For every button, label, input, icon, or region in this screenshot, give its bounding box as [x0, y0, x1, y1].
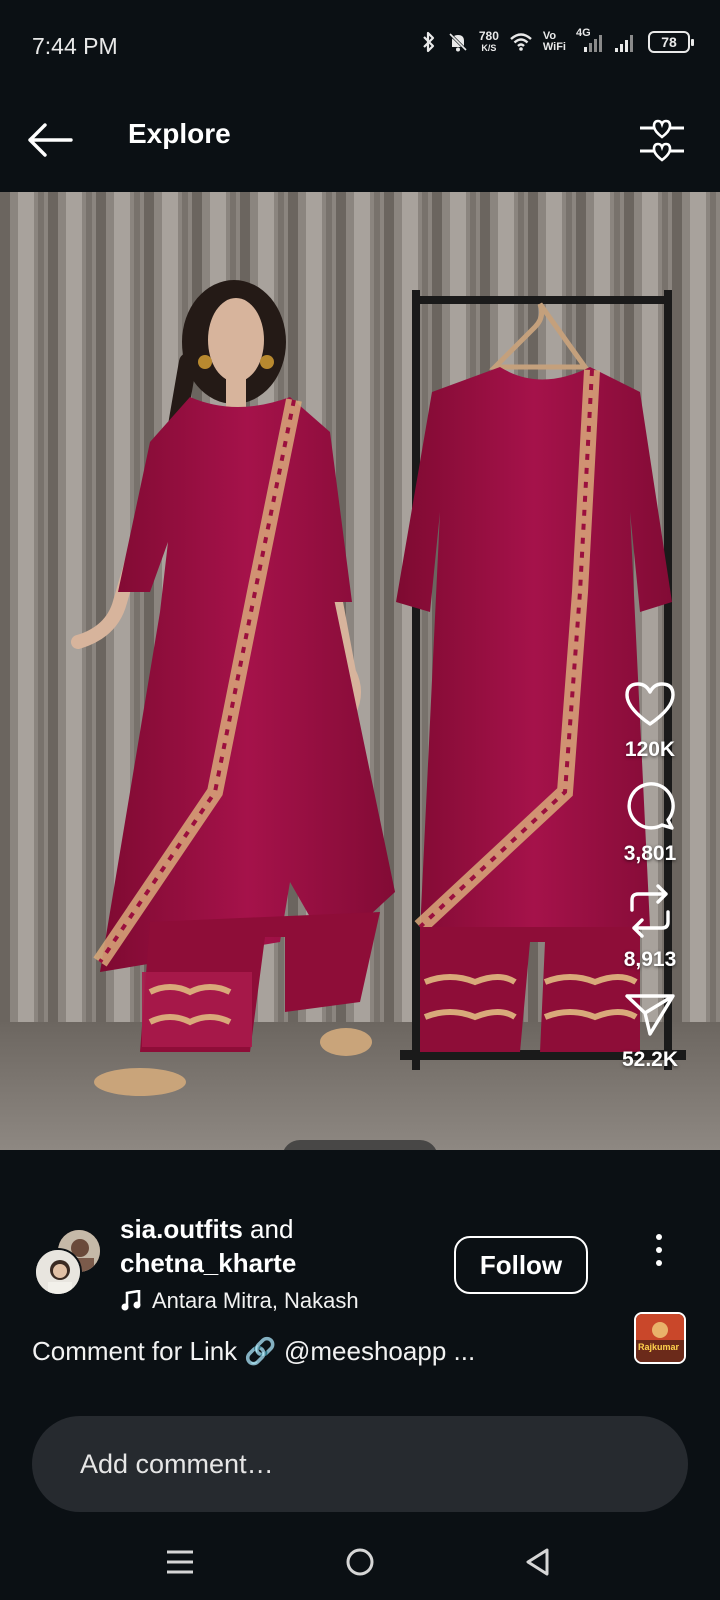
share-action[interactable]: 52.2K: [610, 990, 690, 1072]
mannequin-face: [208, 298, 264, 382]
wifi-icon: [509, 32, 533, 52]
username-1[interactable]: sia.outfits: [120, 1214, 243, 1244]
author-joiner: and: [242, 1214, 294, 1244]
arrow-left-icon: [28, 123, 73, 157]
repost-action[interactable]: 8,913: [610, 884, 690, 972]
page-title: Explore: [128, 118, 231, 149]
audio-thumb-label: Rajkumar: [638, 1342, 680, 1352]
back-button[interactable]: [22, 112, 78, 168]
bluetooth-icon: [421, 31, 437, 53]
sliders-heart-icon: [640, 119, 684, 162]
comment-count: 3,801: [623, 842, 677, 865]
vowifi-indicator: Vo WiFi: [543, 31, 566, 53]
battery-indicator: 78: [648, 31, 694, 53]
status-icons: 780 K/S Vo WiFi 4G 78: [421, 27, 694, 54]
music-title: Antara Mitra, Nakash: [152, 1288, 359, 1313]
network-type: 4G: [576, 27, 591, 39]
vowifi-bottom: WiFi: [542, 41, 566, 53]
author-avatars[interactable]: [34, 1228, 104, 1296]
header: Explore: [0, 90, 720, 192]
status-bar: 7:44 PM 780 K/S Vo WiFi 4G 78: [0, 0, 720, 90]
action-column: 120K 3,801 8,913 52.2K: [610, 680, 690, 1090]
more-dot: [656, 1247, 662, 1253]
net-speed: 780 K/S: [479, 30, 499, 54]
circle-home-icon: [346, 1548, 374, 1576]
signal-4g-icon: 4G: [576, 27, 604, 53]
author-names: sia.outfits and chetna_kharte: [120, 1212, 440, 1280]
more-dot: [656, 1260, 662, 1266]
share-count: 52.2K: [621, 1048, 679, 1071]
username-2[interactable]: chetna_kharte: [120, 1248, 296, 1278]
comment-bubble-icon: [627, 782, 675, 830]
net-speed-value: 780: [478, 29, 499, 43]
audio-thumbnail[interactable]: Rajkumar: [634, 1312, 686, 1364]
music-note-icon: [121, 1290, 141, 1311]
more-options-button[interactable]: [644, 1230, 674, 1270]
more-dot: [656, 1234, 662, 1240]
music-info[interactable]: Antara Mitra, Nakash: [120, 1288, 390, 1314]
net-speed-unit: K/S: [481, 43, 497, 53]
filter-button[interactable]: [634, 112, 690, 168]
triangle-back-icon: [526, 1548, 549, 1576]
follow-button[interactable]: Follow: [454, 1236, 588, 1294]
post-caption[interactable]: Comment for Link 🔗 @meeshoapp ...: [32, 1336, 475, 1367]
recents-button[interactable]: [160, 1542, 200, 1582]
repost-icon: [630, 884, 670, 938]
avatar-primary: [34, 1248, 82, 1296]
repost-count: 8,913: [623, 948, 677, 971]
menu-icon: [167, 1550, 193, 1574]
signal-icon: [614, 31, 638, 53]
mute-bell-icon: [447, 31, 469, 53]
like-count: 120K: [624, 738, 676, 761]
system-back-button[interactable]: [518, 1542, 558, 1582]
carousel-indicator: [282, 1140, 438, 1150]
add-comment-input[interactable]: Add comment…: [32, 1416, 688, 1512]
send-icon: [625, 994, 675, 1036]
comment-action[interactable]: 3,801: [610, 780, 690, 866]
system-nav-bar: [0, 1524, 720, 1600]
heart-icon: [625, 682, 675, 726]
home-button[interactable]: [340, 1542, 380, 1582]
status-time: 7:44 PM: [32, 33, 118, 59]
like-action[interactable]: 120K: [610, 680, 690, 762]
